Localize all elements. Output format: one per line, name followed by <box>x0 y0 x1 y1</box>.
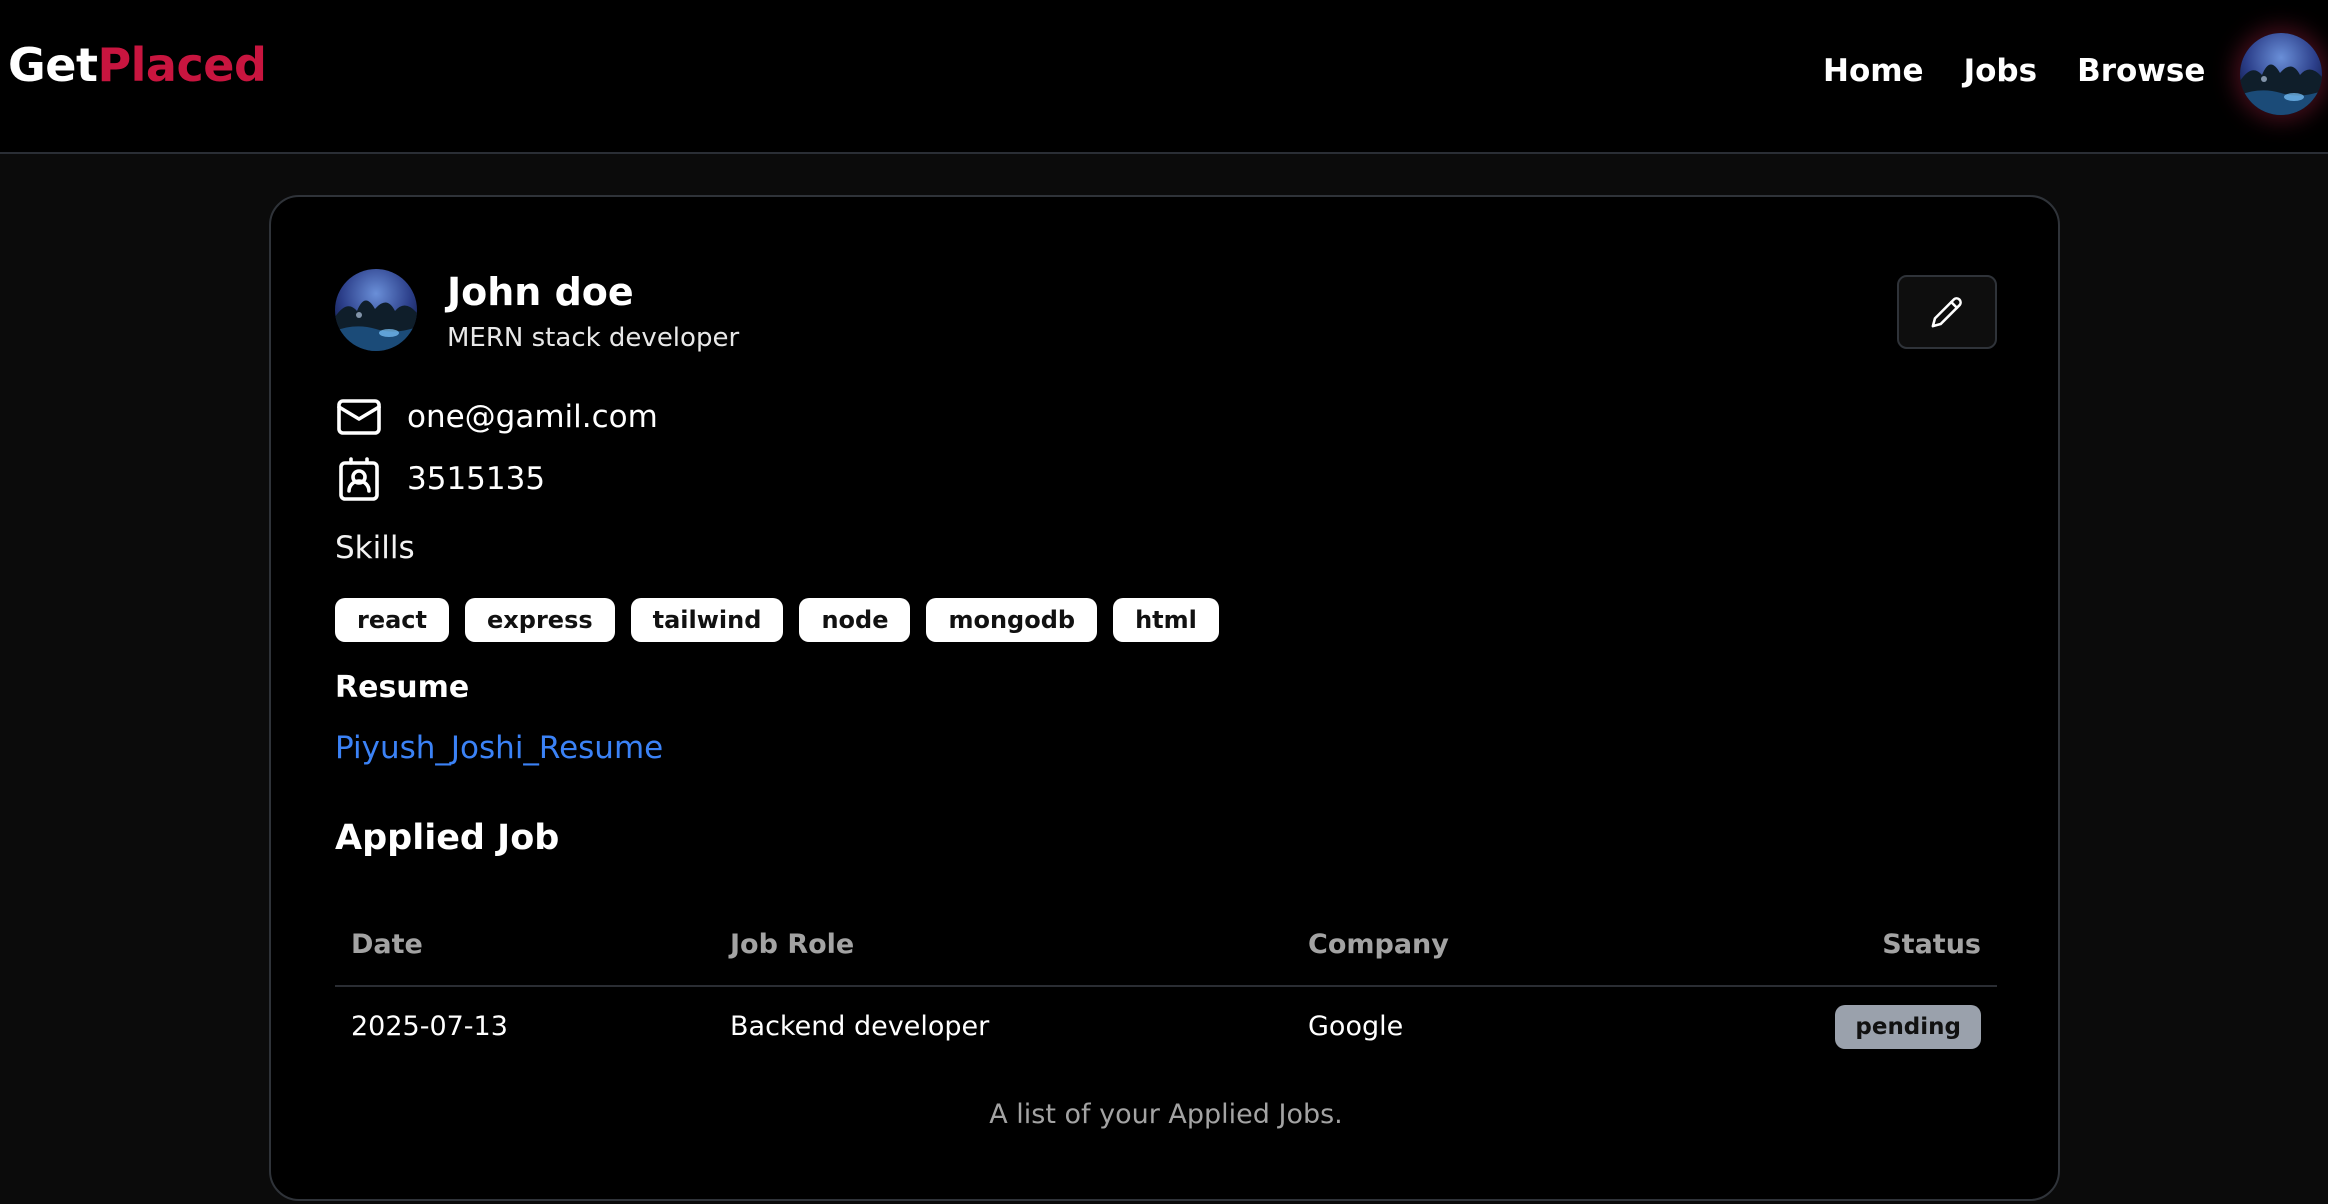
nav-jobs-link[interactable]: Jobs <box>1964 54 2037 88</box>
profile-name: John doe <box>447 270 634 314</box>
email-row: one@gamil.com <box>335 390 658 444</box>
skill-badge: mongodb <box>926 598 1098 642</box>
logo[interactable]: GetPlaced <box>8 42 267 88</box>
cell-job-role: Backend developer <box>730 1011 990 1042</box>
resume-link[interactable]: Piyush_Joshi_Resume <box>335 731 663 765</box>
skill-badge: express <box>465 598 615 642</box>
table-caption: A list of your Applied Jobs. <box>989 1099 1343 1130</box>
status-badge: pending <box>1835 1005 1981 1049</box>
avatar-image <box>2240 33 2322 115</box>
cell-company: Google <box>1308 1011 1404 1042</box>
navbar: GetPlaced Home Jobs Browse <box>0 0 2328 154</box>
profile-avatar-image <box>335 269 417 351</box>
skill-badge: react <box>335 598 450 642</box>
nav-home-link[interactable]: Home <box>1823 54 1924 88</box>
nav-browse-link[interactable]: Browse <box>2077 54 2205 88</box>
header-company: Company <box>1308 929 1449 960</box>
logo-text-get: Get <box>8 38 98 92</box>
nav-links: Home Jobs Browse <box>1823 54 2205 88</box>
cell-date: 2025-07-13 <box>351 1011 508 1042</box>
mail-icon <box>335 393 383 441</box>
skills-heading: Skills <box>335 530 415 566</box>
table-row[interactable]: 2025-07-13 Backend developer Google pend… <box>335 987 1997 1071</box>
profile-avatar <box>335 269 417 351</box>
profile-phone: 3515135 <box>407 460 546 497</box>
phone-row: 3515135 <box>335 452 545 506</box>
header-job-role: Job Role <box>730 929 855 960</box>
profile-email: one@gamil.com <box>407 398 658 435</box>
pencil-icon <box>1931 297 1962 328</box>
applied-jobs-title: Applied Job <box>335 818 560 858</box>
contact-icon <box>335 455 383 503</box>
header-status: Status <box>1882 929 1981 960</box>
edit-profile-button[interactable] <box>1897 275 1997 349</box>
skill-badge: html <box>1113 598 1219 642</box>
skill-badge: tailwind <box>630 598 784 642</box>
skills-list: react express tailwind node mongodb html <box>335 598 1219 642</box>
table-header: Date Job Role Company Status <box>335 911 1997 987</box>
profile-card: John doe MERN stack developer one@gamil.… <box>269 195 2060 1201</box>
user-avatar[interactable] <box>2240 33 2322 115</box>
profile-title: MERN stack developer <box>447 323 740 353</box>
logo-text-placed: Placed <box>97 38 267 92</box>
applied-jobs-table: Date Job Role Company Status 2025-07-13 … <box>335 911 1997 1130</box>
header-date: Date <box>351 929 423 960</box>
skill-badge: node <box>799 598 911 642</box>
resume-heading: Resume <box>335 670 470 705</box>
